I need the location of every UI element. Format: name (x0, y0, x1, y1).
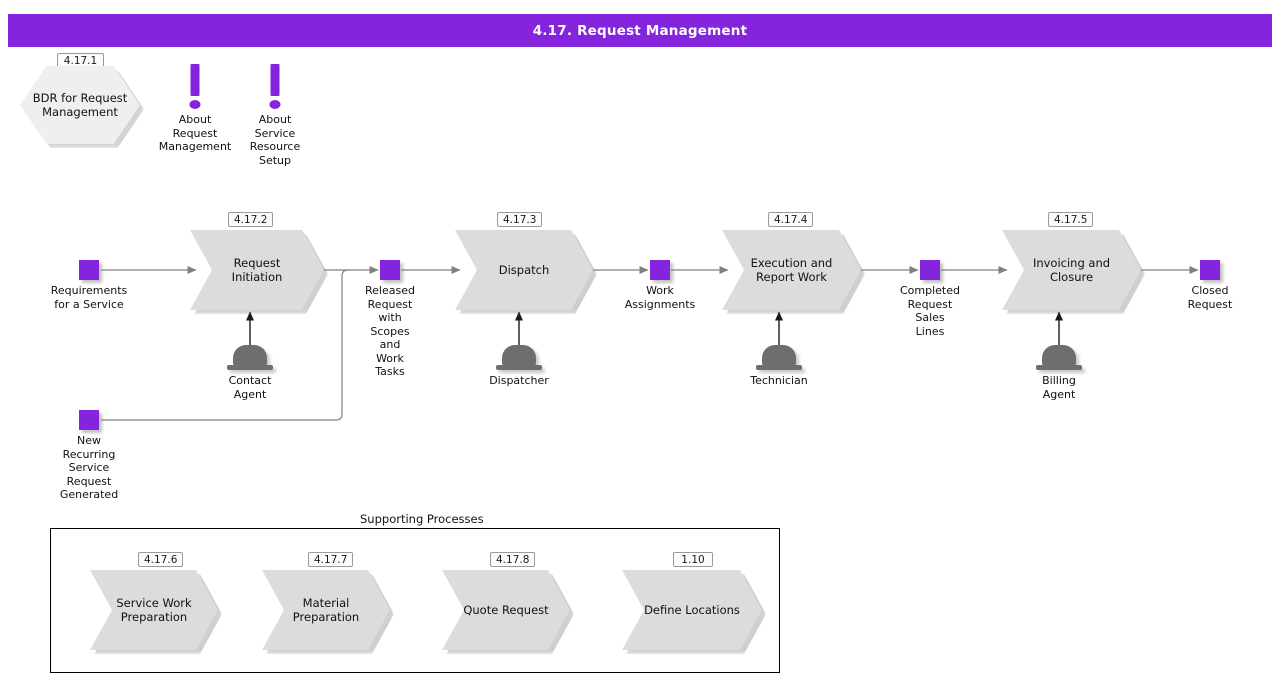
data-node-square (650, 260, 670, 280)
supporting-processes-title: Supporting Processes (360, 512, 484, 526)
badge-request-initiation: 4.17.2 (228, 212, 273, 227)
person-icon (1042, 345, 1076, 366)
badge-invoicing-and-closure: 4.17.5 (1048, 212, 1093, 227)
process-execution-and-report-work[interactable]: Execution and Report Work (722, 230, 861, 310)
badge-material-preparation: 4.17.7 (308, 552, 353, 567)
badge-define-locations: 1.10 (673, 552, 713, 567)
data-node-label: Closed Request (1187, 284, 1233, 311)
supporting-process-material-preparation[interactable]: Material Preparation (262, 570, 390, 650)
process-label: Execution and Report Work (750, 256, 833, 284)
process-chevron[interactable]: Service Work Preparation (90, 570, 218, 650)
role-label: Dispatcher (489, 374, 549, 387)
role-label: Technician (750, 374, 808, 387)
person-base-icon (1036, 365, 1082, 370)
process-chevron[interactable]: Execution and Report Work (722, 230, 861, 310)
process-label: Quote Request (463, 603, 549, 617)
badge-dispatch: 4.17.3 (497, 212, 542, 227)
data-node-label: Requirements for a Service (50, 284, 128, 311)
process-chevron[interactable]: Material Preparation (262, 570, 390, 650)
data-node-label: Work Assignments (624, 284, 696, 311)
process-invoicing-and-closure[interactable]: Invoicing and Closure (1002, 230, 1141, 310)
process-request-initiation[interactable]: Request Initiation (190, 230, 324, 310)
role-label: Billing Agent (1042, 374, 1076, 401)
exclamation-dot-icon (189, 100, 201, 109)
person-icon (502, 345, 536, 366)
badge-execution-and-report-work: 4.17.4 (768, 212, 813, 227)
about-request-management-label: About Request Management (158, 113, 232, 153)
role-label: Contact Agent (228, 374, 272, 401)
data-node-label: Released Request with Scopes and Work Ta… (365, 284, 415, 378)
exclamation-bar-icon (190, 64, 200, 96)
badge-quote-request: 4.17.8 (490, 552, 535, 567)
data-node-square (79, 410, 99, 430)
exclamation-dot-icon (269, 100, 281, 109)
page-title: 4.17. Request Management (532, 22, 748, 39)
process-chevron[interactable]: Request Initiation (190, 230, 324, 310)
person-base-icon (227, 365, 273, 370)
process-chevron[interactable]: Quote Request (442, 570, 570, 650)
process-chevron[interactable]: Invoicing and Closure (1002, 230, 1141, 310)
process-label: Dispatch (498, 263, 550, 277)
process-label: Request Initiation (231, 256, 283, 284)
data-node-square (920, 260, 940, 280)
person-base-icon (756, 365, 802, 370)
badge-service-work-preparation: 4.17.6 (138, 552, 183, 567)
person-icon (233, 345, 267, 366)
process-chevron[interactable]: Dispatch (455, 230, 593, 310)
person-icon (762, 345, 796, 366)
data-node-label: Completed Request Sales Lines (900, 284, 960, 338)
page-title-bar: 4.17. Request Management (8, 14, 1272, 47)
bdr-label: BDR for Request Management (32, 91, 128, 119)
diagram-canvas: 4.17. Request Management 4.17.1 BDR for … (0, 0, 1280, 685)
data-node-square (380, 260, 400, 280)
person-base-icon (496, 365, 542, 370)
process-label: Service Work Preparation (116, 596, 192, 624)
supporting-process-quote-request[interactable]: Quote Request (442, 570, 570, 650)
process-label: Invoicing and Closure (1032, 256, 1111, 284)
about-service-resource-setup-label: About Service Resource Setup (249, 113, 301, 167)
bdr-node[interactable]: BDR for Request Management (20, 66, 144, 148)
process-label: Define Locations (644, 603, 740, 617)
supporting-process-define-locations[interactable]: Define Locations (622, 570, 762, 650)
data-node-square (1200, 260, 1220, 280)
process-dispatch[interactable]: Dispatch (455, 230, 593, 310)
exclamation-bar-icon (270, 64, 280, 96)
process-chevron[interactable]: Define Locations (622, 570, 762, 650)
data-node-square (79, 260, 99, 280)
data-node-label: New Recurring Service Request Generated (59, 434, 119, 501)
process-label: Material Preparation (292, 596, 360, 624)
supporting-process-service-work-preparation[interactable]: Service Work Preparation (90, 570, 218, 650)
